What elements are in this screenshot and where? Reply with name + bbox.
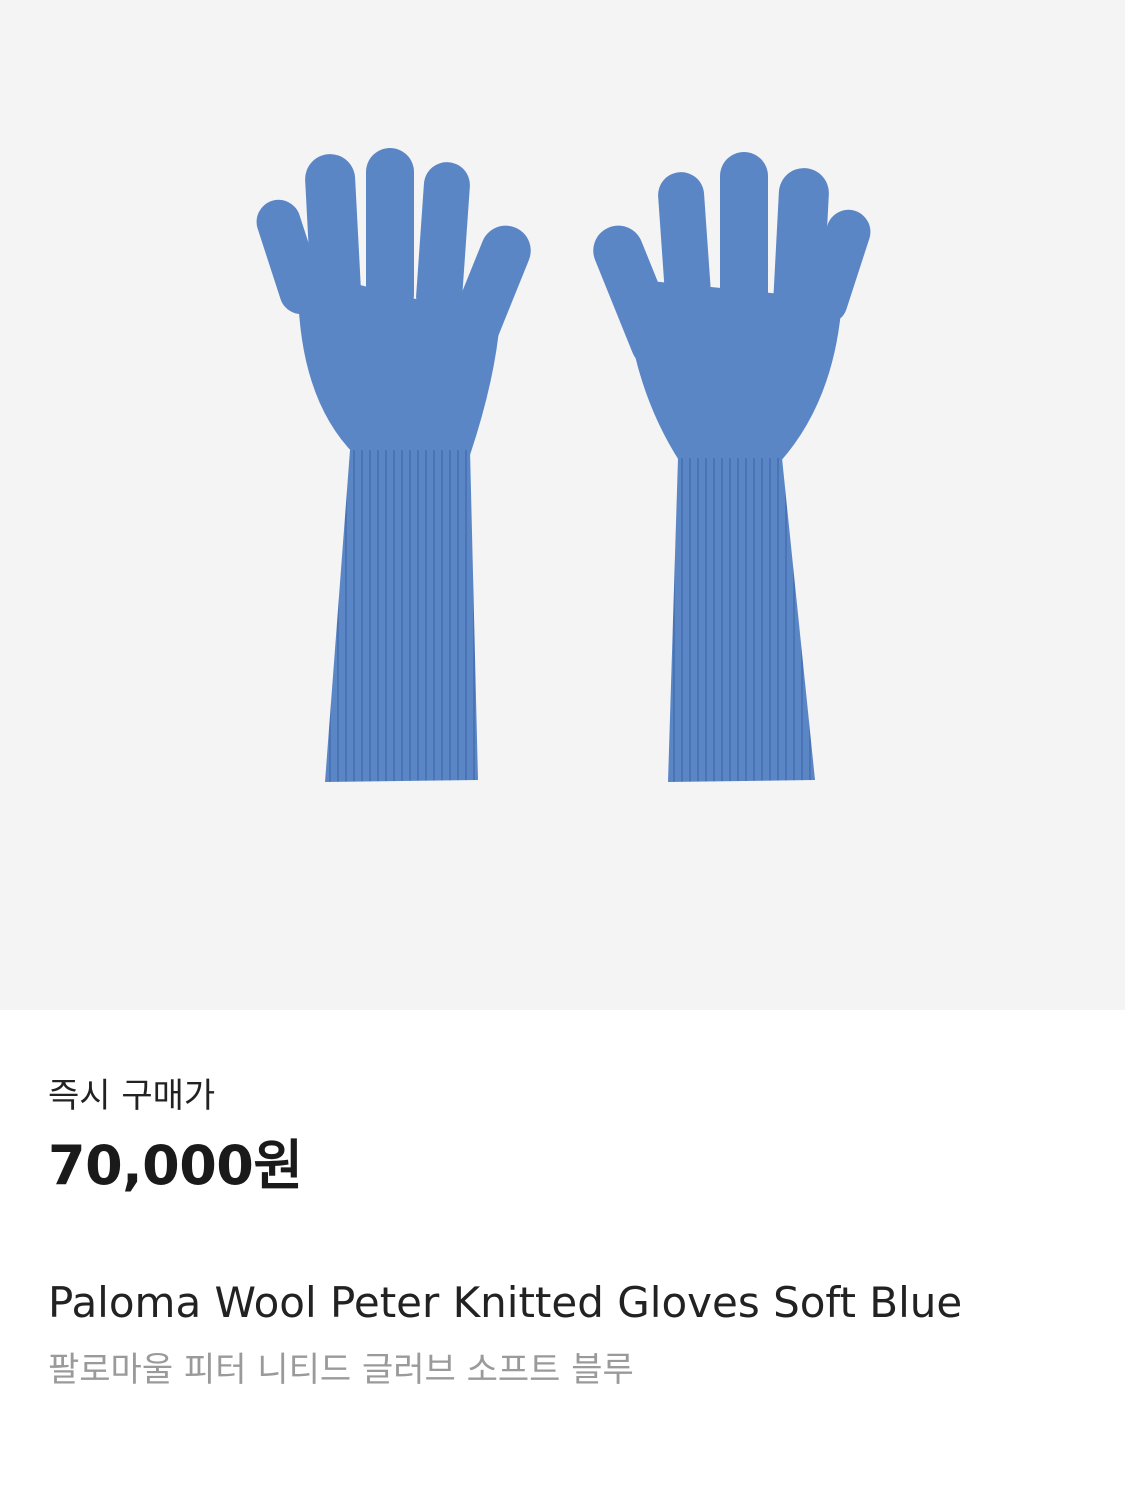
price-label: 즉시 구매가 [48,1076,216,1116]
product-name-english[interactable]: Paloma Wool Peter Knitted Gloves Soft Bl… [48,1276,962,1330]
product-info: 즉시 구매가 70,000원 Paloma Wool Peter Knitted… [0,1010,1125,1501]
price-value: 70,000원 [48,1134,303,1197]
left-glove [256,148,531,782]
product-page: 즉시 구매가 70,000원 Paloma Wool Peter Knitted… [0,0,1125,1501]
right-glove [593,152,871,782]
product-image[interactable] [0,0,1125,1010]
product-name-korean: 팔로마울 피터 니티드 글러브 소프트 블루 [48,1350,634,1390]
knitted-gloves-image [256,148,871,782]
